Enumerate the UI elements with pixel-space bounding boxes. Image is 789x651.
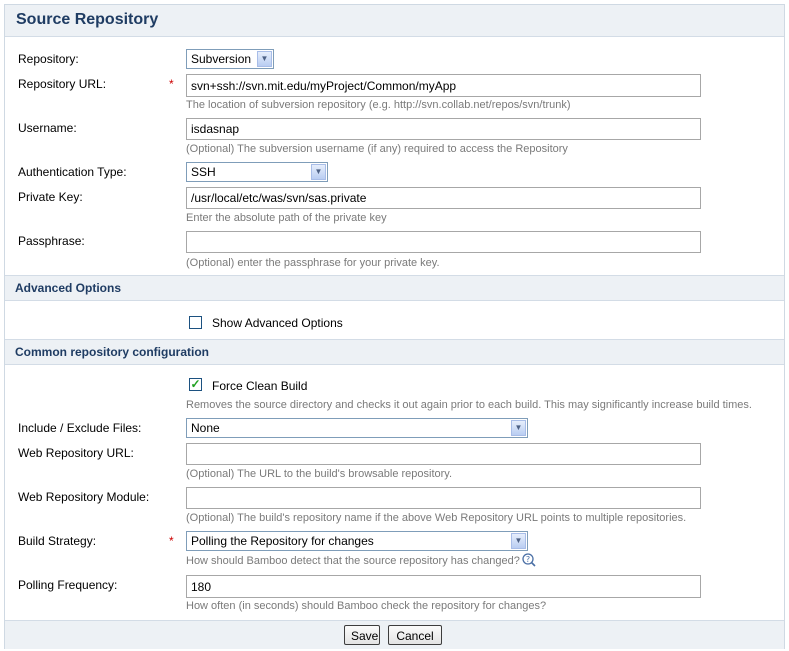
chevron-down-icon[interactable]: ▼ (511, 533, 526, 549)
include-exclude-value: None (191, 421, 220, 435)
chevron-down-icon[interactable]: ▼ (257, 51, 272, 67)
username-input[interactable] (186, 118, 701, 140)
advanced-options-title: Advanced Options (15, 281, 122, 295)
web-repository-url-input[interactable] (186, 443, 701, 465)
web-repository-module-input[interactable] (186, 487, 701, 509)
authentication-type-select[interactable]: SSH ▼ (186, 162, 328, 182)
build-strategy-value: Polling the Repository for changes (191, 534, 374, 548)
polling-frequency-label: Polling Frequency: (18, 578, 118, 592)
include-exclude-select[interactable]: None ▼ (186, 418, 528, 438)
common-config-title: Common repository configuration (15, 345, 210, 359)
required-marker: * (169, 77, 174, 91)
cancel-button[interactable]: Cancel (388, 625, 442, 645)
passphrase-input[interactable] (186, 231, 701, 253)
common-config-header: Common repository configuration (5, 339, 784, 365)
web-repository-module-label: Web Repository Module: (18, 490, 150, 504)
polling-frequency-input[interactable] (186, 575, 701, 598)
chevron-down-icon[interactable]: ▼ (311, 164, 326, 180)
help-icon[interactable]: ? (522, 553, 536, 567)
authentication-type-label: Authentication Type: (18, 165, 127, 179)
private-key-label: Private Key: (18, 190, 83, 204)
show-advanced-options-label[interactable]: Show Advanced Options (212, 316, 343, 330)
page-title: Source Repository (16, 11, 159, 28)
repository-select-value: Subversion (191, 52, 252, 66)
svg-text:?: ? (526, 555, 530, 564)
build-strategy-select[interactable]: Polling the Repository for changes ▼ (186, 531, 528, 551)
build-strategy-label: Build Strategy: (18, 534, 97, 548)
force-clean-build-checkbox[interactable]: ✓ (189, 378, 202, 391)
force-clean-build-description: Removes the source directory and checks … (186, 399, 752, 411)
build-strategy-description: How should Bamboo detect that the source… (186, 555, 520, 567)
repository-url-label: Repository URL: (18, 77, 107, 91)
repository-label: Repository: (18, 52, 79, 66)
username-description: (Optional) The subversion username (if a… (186, 143, 568, 155)
required-marker: * (169, 534, 174, 548)
username-label: Username: (18, 121, 77, 135)
repository-select[interactable]: Subversion ▼ (186, 49, 274, 69)
force-clean-build-label[interactable]: Force Clean Build (212, 379, 307, 393)
title-bar: Source Repository (5, 5, 784, 37)
web-repository-url-label: Web Repository URL: (18, 446, 134, 460)
save-button[interactable]: Save (344, 625, 380, 645)
web-repository-module-description: (Optional) The build's repository name i… (186, 512, 687, 524)
checkmark-icon: ✓ (190, 377, 201, 391)
private-key-input[interactable] (186, 187, 701, 209)
passphrase-label: Passphrase: (18, 234, 85, 248)
repository-url-description: The location of subversion repository (e… (186, 99, 571, 111)
show-advanced-options-checkbox[interactable] (189, 316, 202, 329)
advanced-options-header: Advanced Options (5, 275, 784, 301)
private-key-description: Enter the absolute path of the private k… (186, 212, 387, 224)
polling-frequency-description: How often (in seconds) should Bamboo che… (186, 600, 547, 612)
passphrase-description: (Optional) enter the passphrase for your… (186, 257, 440, 269)
chevron-down-icon[interactable]: ▼ (511, 420, 526, 436)
repository-url-input[interactable] (186, 74, 701, 97)
include-exclude-label: Include / Exclude Files: (18, 421, 142, 435)
web-repository-url-description: (Optional) The URL to the build's browsa… (186, 468, 453, 480)
authentication-type-value: SSH (191, 165, 216, 179)
